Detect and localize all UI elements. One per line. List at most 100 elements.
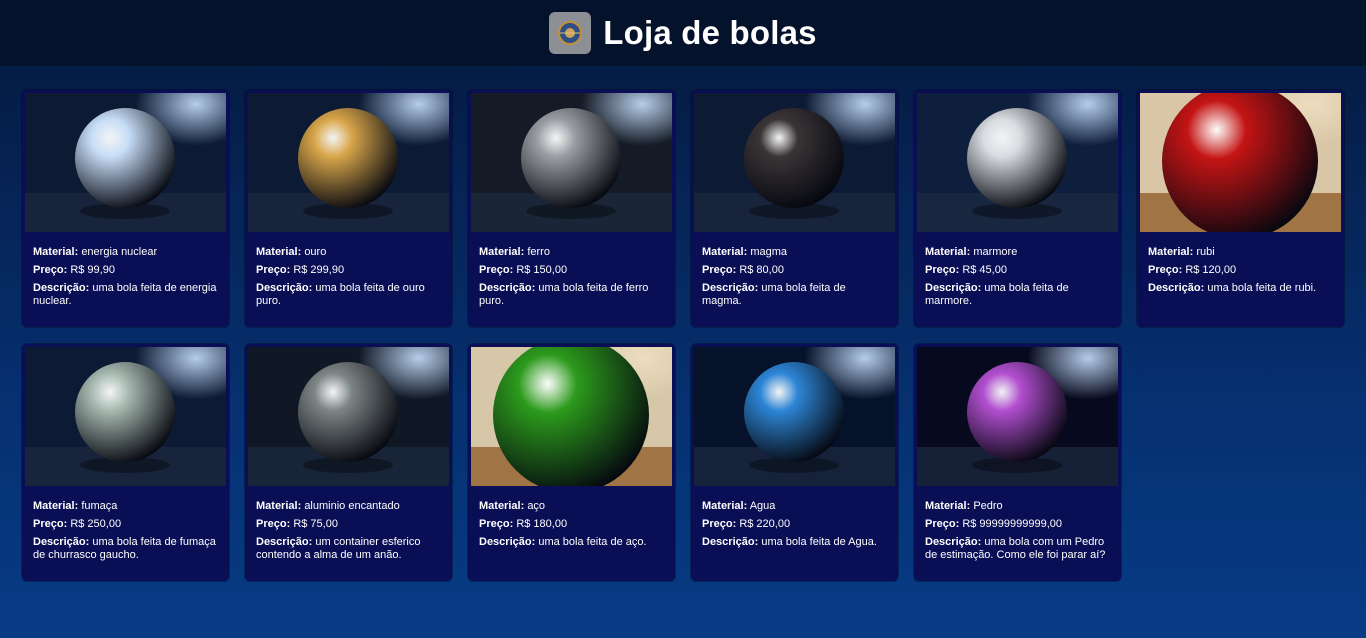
description-label: Descrição: <box>256 282 313 294</box>
product-material: Material: rubi <box>1148 246 1215 258</box>
product-description: Descrição: uma bola feita de rubi. <box>1148 282 1317 294</box>
description-label: Descrição: <box>479 536 536 548</box>
price-label: Preço: <box>256 518 291 530</box>
product-material: Material: energia nuclear <box>33 246 158 258</box>
product-description: Descrição: uma bola feita de ferro puro. <box>479 282 649 307</box>
product-image[interactable] <box>1140 93 1341 232</box>
price-label: Preço: <box>33 264 68 276</box>
product-image[interactable] <box>917 93 1118 232</box>
product-price: Preço: R$ 250,00 <box>33 518 122 530</box>
product-price: Preço: R$ 80,00 <box>702 264 784 276</box>
material-label: Material: <box>256 246 302 258</box>
product-card[interactable]: Material: aluminio encantado Preço: R$ 7… <box>245 344 452 581</box>
product-image[interactable] <box>471 93 672 232</box>
product-info: Material: ouro Preço: R$ 299,90 Descriçã… <box>248 232 449 308</box>
product-info: Material: rubi Preço: R$ 120,00 Descriçã… <box>1140 232 1341 295</box>
product-material: Material: aço <box>479 500 546 512</box>
product-card[interactable]: Material: ouro Preço: R$ 299,90 Descriçã… <box>245 90 452 327</box>
product-material: Material: magma <box>702 246 787 258</box>
product-description: Descrição: um container esferico contend… <box>256 536 421 561</box>
product-material: Material: aluminio encantado <box>256 500 400 512</box>
price-label: Preço: <box>1148 264 1183 276</box>
product-card[interactable]: Material: ferro Preço: R$ 150,00 Descriç… <box>468 90 675 327</box>
product-description: Descrição: uma bola feita de aço. <box>479 536 647 548</box>
description-label: Descrição: <box>33 282 90 294</box>
product-material: Material: fumaça <box>33 500 118 512</box>
page-header: Loja de bolas <box>0 0 1366 66</box>
product-material: Material: Agua <box>702 500 776 512</box>
product-image[interactable] <box>25 347 226 486</box>
product-material: Material: marmore <box>925 246 1018 258</box>
price-label: Preço: <box>925 518 960 530</box>
price-label: Preço: <box>702 264 737 276</box>
material-label: Material: <box>33 500 79 512</box>
product-grid: Material: energia nuclear Preço: R$ 99,9… <box>22 90 1344 581</box>
product-info: Material: fumaça Preço: R$ 250,00 Descri… <box>25 486 226 562</box>
material-label: Material: <box>479 246 525 258</box>
material-label: Material: <box>925 500 971 512</box>
product-material: Material: ouro <box>256 246 327 258</box>
product-price: Preço: R$ 99999999999,00 <box>925 518 1063 530</box>
product-description: Descrição: uma bola com um Pedro de esti… <box>925 536 1106 561</box>
description-label: Descrição: <box>925 282 982 294</box>
price-label: Preço: <box>702 518 737 530</box>
material-label: Material: <box>702 246 748 258</box>
product-description: Descrição: uma bola feita de marmore. <box>925 282 1069 307</box>
product-info: Material: aluminio encantado Preço: R$ 7… <box>248 486 449 562</box>
material-label: Material: <box>33 246 79 258</box>
product-price: Preço: R$ 99,90 <box>33 264 115 276</box>
material-label: Material: <box>479 500 525 512</box>
description-label: Descrição: <box>1148 282 1205 294</box>
product-description: Descrição: uma bola feita de ouro puro. <box>256 282 425 307</box>
product-description: Descrição: uma bola feita de fumaça de c… <box>33 536 216 561</box>
product-image[interactable] <box>248 347 449 486</box>
product-price: Preço: R$ 299,90 <box>256 264 345 276</box>
product-card[interactable]: Material: magma Preço: R$ 80,00 Descriçã… <box>691 90 898 327</box>
product-card[interactable]: Material: Pedro Preço: R$ 99999999999,00… <box>914 344 1121 581</box>
product-image[interactable] <box>917 347 1118 486</box>
product-info: Material: aço Preço: R$ 180,00 Descrição… <box>471 486 672 549</box>
product-price: Preço: R$ 75,00 <box>256 518 338 530</box>
material-label: Material: <box>1148 246 1194 258</box>
product-image[interactable] <box>471 347 672 486</box>
description-label: Descrição: <box>256 536 313 548</box>
product-description: Descrição: uma bola feita de Agua. <box>702 536 877 548</box>
product-image[interactable] <box>248 93 449 232</box>
ball-logo-icon <box>549 12 592 54</box>
product-info: Material: ferro Preço: R$ 150,00 Descriç… <box>471 232 672 308</box>
product-price: Preço: R$ 180,00 <box>479 518 568 530</box>
price-label: Preço: <box>925 264 960 276</box>
product-price: Preço: R$ 120,00 <box>1148 264 1237 276</box>
product-card[interactable]: Material: rubi Preço: R$ 120,00 Descriçã… <box>1137 90 1344 327</box>
material-label: Material: <box>702 500 748 512</box>
description-label: Descrição: <box>702 536 759 548</box>
product-description: Descrição: uma bola feita de energia nuc… <box>33 282 217 307</box>
product-info: Material: energia nuclear Preço: R$ 99,9… <box>25 232 226 308</box>
product-material: Material: Pedro <box>925 500 1003 512</box>
product-price: Preço: R$ 150,00 <box>479 264 568 276</box>
product-price: Preço: R$ 45,00 <box>925 264 1007 276</box>
product-material: Material: ferro <box>479 246 550 258</box>
product-card[interactable]: Material: aço Preço: R$ 180,00 Descrição… <box>468 344 675 581</box>
product-info: Material: Agua Preço: R$ 220,00 Descriçã… <box>694 486 895 549</box>
product-info: Material: Pedro Preço: R$ 99999999999,00… <box>917 486 1118 562</box>
price-label: Preço: <box>479 264 514 276</box>
product-card[interactable]: Material: fumaça Preço: R$ 250,00 Descri… <box>22 344 229 581</box>
product-info: Material: marmore Preço: R$ 45,00 Descri… <box>917 232 1118 308</box>
product-info: Material: magma Preço: R$ 80,00 Descriçã… <box>694 232 895 308</box>
product-image[interactable] <box>694 93 895 232</box>
description-label: Descrição: <box>33 536 90 548</box>
description-label: Descrição: <box>479 282 536 294</box>
price-label: Preço: <box>479 518 514 530</box>
description-label: Descrição: <box>702 282 759 294</box>
product-image[interactable] <box>25 93 226 232</box>
price-label: Preço: <box>33 518 68 530</box>
product-card[interactable]: Material: energia nuclear Preço: R$ 99,9… <box>22 90 229 327</box>
product-image[interactable] <box>694 347 895 486</box>
material-label: Material: <box>925 246 971 258</box>
product-description: Descrição: uma bola feita de magma. <box>702 282 846 307</box>
description-label: Descrição: <box>925 536 982 548</box>
product-card[interactable]: Material: Agua Preço: R$ 220,00 Descriçã… <box>691 344 898 581</box>
product-card[interactable]: Material: marmore Preço: R$ 45,00 Descri… <box>914 90 1121 327</box>
price-label: Preço: <box>256 264 291 276</box>
